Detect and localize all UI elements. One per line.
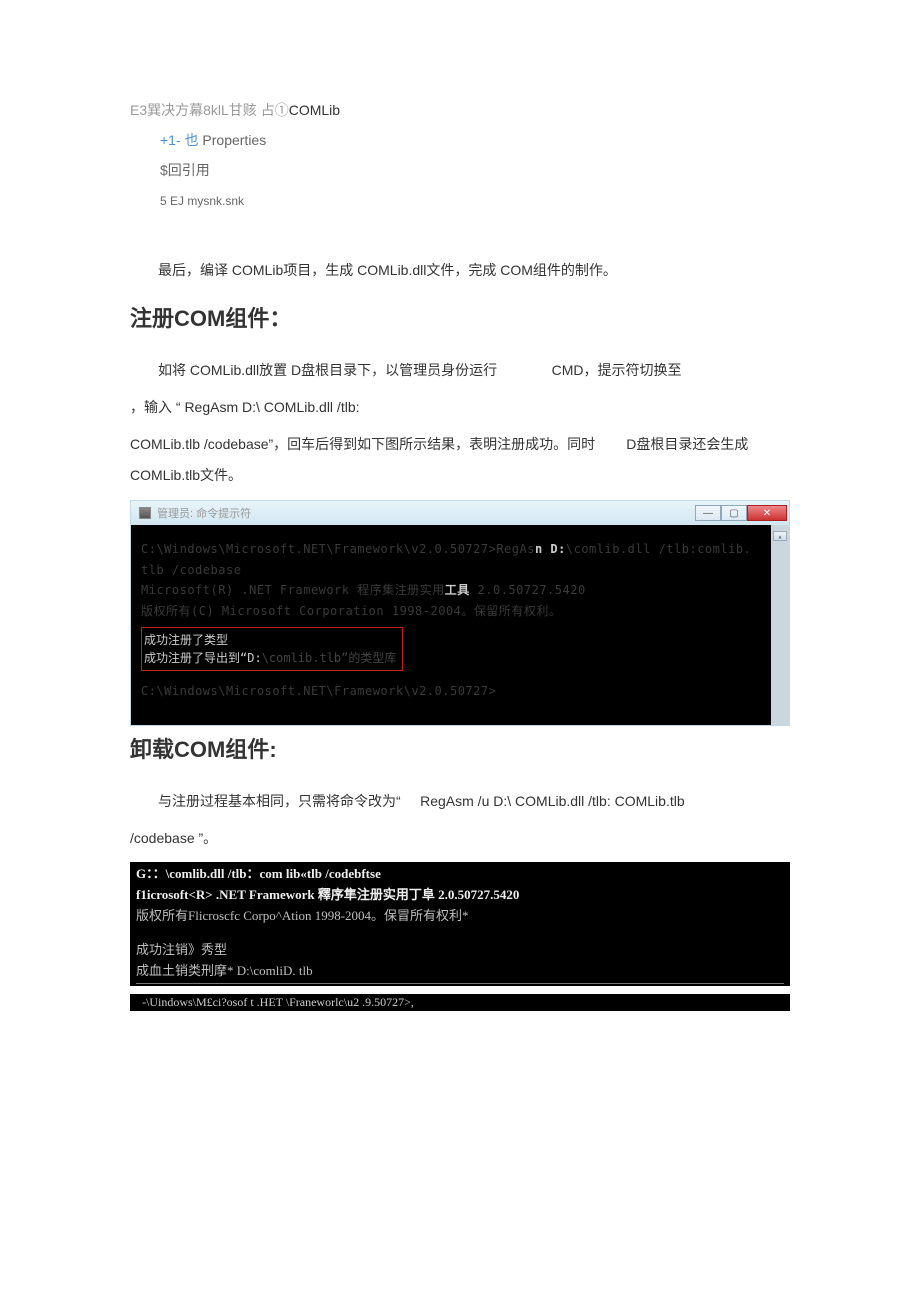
cmd-output-line-1: C:\Windows\Microsoft.NET\Framework\v2.0.… — [141, 539, 761, 559]
cmd2-line-1: G：：\comlib.dll /tlb：com lib«tlb /codebft… — [136, 864, 784, 885]
cmd-prompt-trail: C:\Windows\Microsoft.NET\Framework\v2.0.… — [141, 681, 761, 701]
tree-line-properties: +1- 也 Properties — [130, 130, 790, 150]
window-buttons: — ▢ ✕ — [695, 505, 787, 521]
minimize-button[interactable]: — — [695, 505, 721, 521]
maximize-button[interactable]: ▢ — [721, 505, 747, 521]
paragraph-register-2: ，输入 “ RegAsm D:\ COMLib.dll /tlb: — [130, 392, 790, 423]
cmd2-line-3: 版权所有Flicroscfc Corpo^Ation 1998-2004。保冒所… — [136, 906, 784, 927]
heading-register-com: 注册COM组件： — [130, 301, 790, 333]
tree-text-project: COMLib — [289, 102, 340, 118]
cmd2-line-2: f1icrosoft<R> .NET Framework 釋序隼注册实用丁阜 2… — [136, 885, 784, 906]
cmd-titlebar: 管理员: 命令提示符 — ▢ ✕ — [131, 501, 789, 525]
cmd2-prompt-trail: -\Uindows\M£ci?osof t .HET \Franeworlc\u… — [130, 994, 790, 1011]
cmd-window-register: 管理员: 命令提示符 — ▢ ✕ ▴ C:\Windows\Microsoft.… — [130, 500, 790, 726]
paragraph-unregister-2: /codebase ”。 — [130, 823, 790, 854]
cmd-success-box: 成功注册了类型 成功注册了导出到“D:\comlib.tlb”的类型库 — [141, 627, 403, 671]
cmd-icon — [139, 507, 151, 519]
tree-line-solution: E3巽决方幕8klL甘赅 占①COMLib — [130, 100, 790, 120]
cmd-output-line-2: tlb /codebase — [141, 560, 761, 580]
cmd2-line-5: 成血土销类刑摩* D:\comliD. tlb — [136, 961, 784, 984]
tree-line-snk: 5 EJ mysnk.snk — [130, 194, 790, 208]
heading-unregister-com: 卸载COM组件: — [130, 732, 790, 764]
paragraph-unregister-1: 与注册过程基本相同，只需将命令改为“ RegAsm /u D:\ COMLib.… — [130, 786, 790, 817]
paragraph-register-1: 如将 COMLib.dll放置 D盘根目录下，以管理员身份运行 CMD，提示符切… — [130, 355, 790, 386]
cmd-output-line-3: Microsoft(R) .NET Framework 程序集注册实用工具 2.… — [141, 580, 761, 600]
tree-line-references: $回引用 — [130, 160, 790, 180]
cmd-title-text: 管理员: 命令提示符 — [139, 505, 251, 521]
cmd-body: ▴ C:\Windows\Microsoft.NET\Framework\v2.… — [131, 525, 789, 725]
tree-expand-icon: +1- 也 — [160, 132, 199, 148]
cmd2-line-4: 成功注销》秀型 — [136, 940, 784, 961]
cmd-output-line-4: 版权所有(C) Microsoft Corporation 1998-2004。… — [141, 601, 761, 621]
scrollbar-up-arrow[interactable]: ▴ — [773, 531, 787, 541]
tree-text-a: E3巽决方幕8klL甘赅 占① — [130, 102, 289, 118]
cmd-window-unregister: G：：\comlib.dll /tlb：com lib«tlb /codebft… — [130, 862, 790, 986]
cmd-success-line-1: 成功注册了类型 — [144, 631, 396, 649]
paragraph-register-3: COMLib.tlb /codebase”，回车后得到如下图所示结果，表明注册成… — [130, 429, 790, 491]
paragraph-build: 最后，编译 COMLib项目，生成 COMLib.dll文件，完成 COM组件的… — [130, 258, 790, 283]
tree-properties-label: Properties — [199, 132, 267, 148]
close-button[interactable]: ✕ — [747, 505, 787, 521]
cmd-success-line-2: 成功注册了导出到“D:\comlib.tlb”的类型库 — [144, 649, 396, 667]
